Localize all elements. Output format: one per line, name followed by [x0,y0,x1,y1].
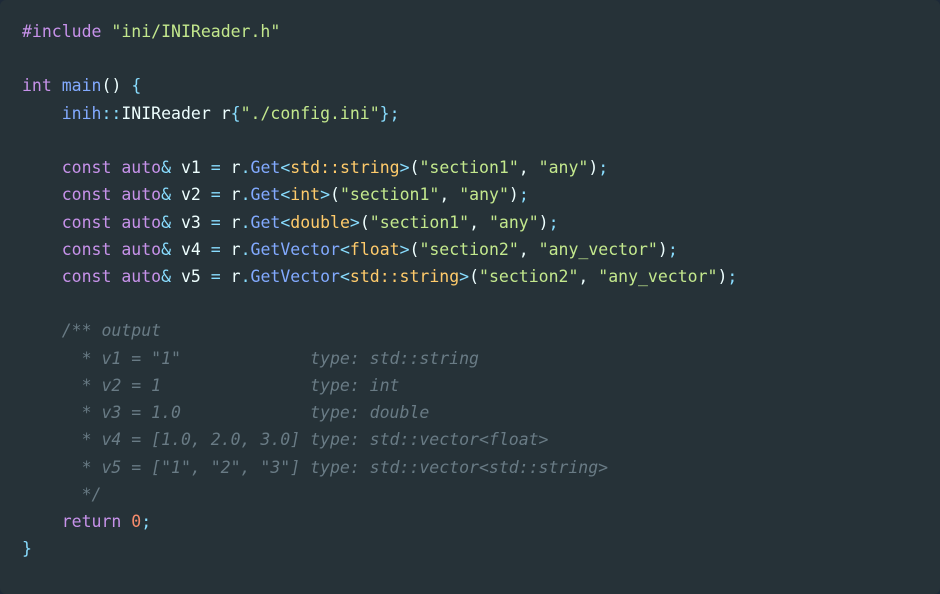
var-v5: v5 [181,267,201,286]
comment-line-5: * v5 = ["1", "2", "3"] type: std::vector… [22,458,608,477]
return-value: 0 [131,512,141,531]
tpl-int: int [290,185,320,204]
config-path: "./config.ini" [241,104,380,123]
comment-line-1: * v1 = "1" type: std::string [22,349,479,368]
fn-main: main [62,76,102,95]
tpl-stdstring: std::string [290,158,399,177]
include-path: "ini/INIReader.h" [111,22,280,41]
kw-int: int [22,76,52,95]
tpl-float: float [350,240,400,259]
ns-inih: inih [62,104,102,123]
tpl-double: double [290,213,350,232]
comment-line-4: * v4 = [1.0, 2.0, 3.0] type: std::vector… [22,430,549,449]
comment-line-3: * v3 = 1.0 type: double [22,403,429,422]
comment-line-6: */ [22,485,101,504]
var-v4: v4 [181,240,201,259]
kw-return: return [62,512,122,531]
cls-inireader: INIReader [121,104,210,123]
var-v2: v2 [181,185,201,204]
fn-getvector: GetVector [251,240,340,259]
code-content: #include "ini/INIReader.h" int main() { … [22,18,918,562]
var-r: r [221,104,231,123]
code-block: #include "ini/INIReader.h" int main() { … [0,0,940,594]
comment-line-2: * v2 = 1 type: int [22,376,400,395]
preproc-include: #include [22,22,101,41]
var-v1: v1 [181,158,201,177]
fn-get: Get [251,158,281,177]
comment-line-0: /** output [62,321,161,340]
var-v3: v3 [181,213,201,232]
